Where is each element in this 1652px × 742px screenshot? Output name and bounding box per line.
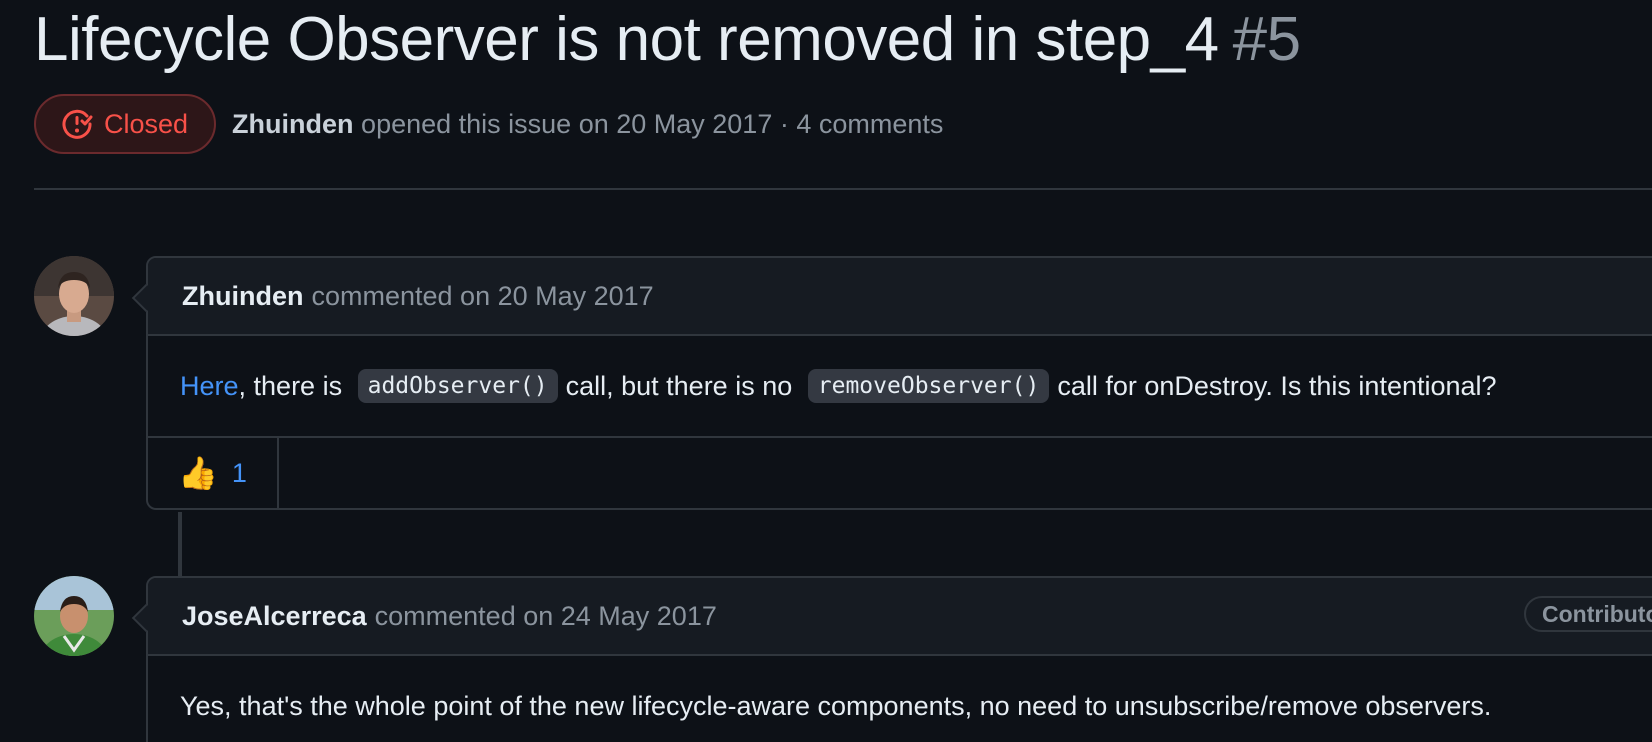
comment-body: Yes, that's the whole point of the new l… [148, 656, 1652, 742]
avatar-josealcerreca[interactable] [34, 576, 114, 656]
issue-closed-icon [62, 109, 93, 139]
thumbs-up-icon: 👍 [178, 455, 218, 491]
comment-header: Zhuinden commented on 20 May 2017 [148, 258, 1652, 336]
issue-author-link[interactable]: Zhuinden [232, 109, 353, 139]
comment-header: JoseAlcerreca commented on 24 May 2017 C… [148, 578, 1652, 656]
code-add-observer: addObserver() [357, 369, 558, 403]
issue-number: #5 [1232, 5, 1301, 74]
timeline-connector [178, 512, 182, 576]
avatar-image [34, 256, 114, 336]
reactions-bar: 👍 1 [148, 436, 1652, 508]
state-badge-closed: Closed [34, 94, 217, 154]
comment-body-text: Yes, that's the whole point of the new l… [180, 690, 1492, 721]
here-link[interactable]: Here [180, 371, 239, 402]
issue-page: Lifecycle Observer is not removed in ste… [0, 0, 1652, 742]
comment-2: JoseAlcerreca commented on 24 May 2017 C… [146, 576, 1652, 742]
comment-date[interactable]: commented on 20 May 2017 [311, 281, 653, 312]
comment-1: Zhuinden commented on 20 May 2017 Here, … [146, 256, 1652, 510]
comment-body: Here, there is addObserver() call, but th… [148, 336, 1652, 436]
comment-author-link[interactable]: Zhuinden [182, 281, 303, 312]
avatar-zhuinden[interactable] [34, 256, 114, 336]
avatar-image [34, 576, 114, 656]
issue-meta: Closed Zhuinden opened this issue on 20 … [34, 92, 943, 156]
issue-title: Lifecycle Observer is not removed in ste… [34, 2, 1301, 78]
code-remove-observer: removeObserver() [807, 369, 1050, 403]
body-text-1: , there is [238, 370, 343, 401]
contributor-badge: Contributor [1524, 596, 1652, 632]
comment-date[interactable]: commented on 24 May 2017 [375, 601, 717, 632]
header-divider [34, 188, 1652, 190]
issue-opened-text: opened this issue on 20 May 2017 · 4 com… [361, 108, 944, 139]
comment-author-link[interactable]: JoseAlcerreca [182, 601, 367, 632]
issue-title-text: Lifecycle Observer is not removed in ste… [34, 5, 1219, 74]
issue-meta-text: Zhuinden opened this issue on 20 May 201… [232, 109, 943, 140]
body-text-2: call, but there is no [565, 370, 793, 401]
reaction-thumbs-up[interactable]: 👍 1 [148, 438, 279, 508]
state-label: Closed [104, 108, 189, 139]
reaction-count: 1 [231, 457, 247, 488]
body-text-3: call for onDestroy. Is this intentional? [1057, 370, 1497, 401]
